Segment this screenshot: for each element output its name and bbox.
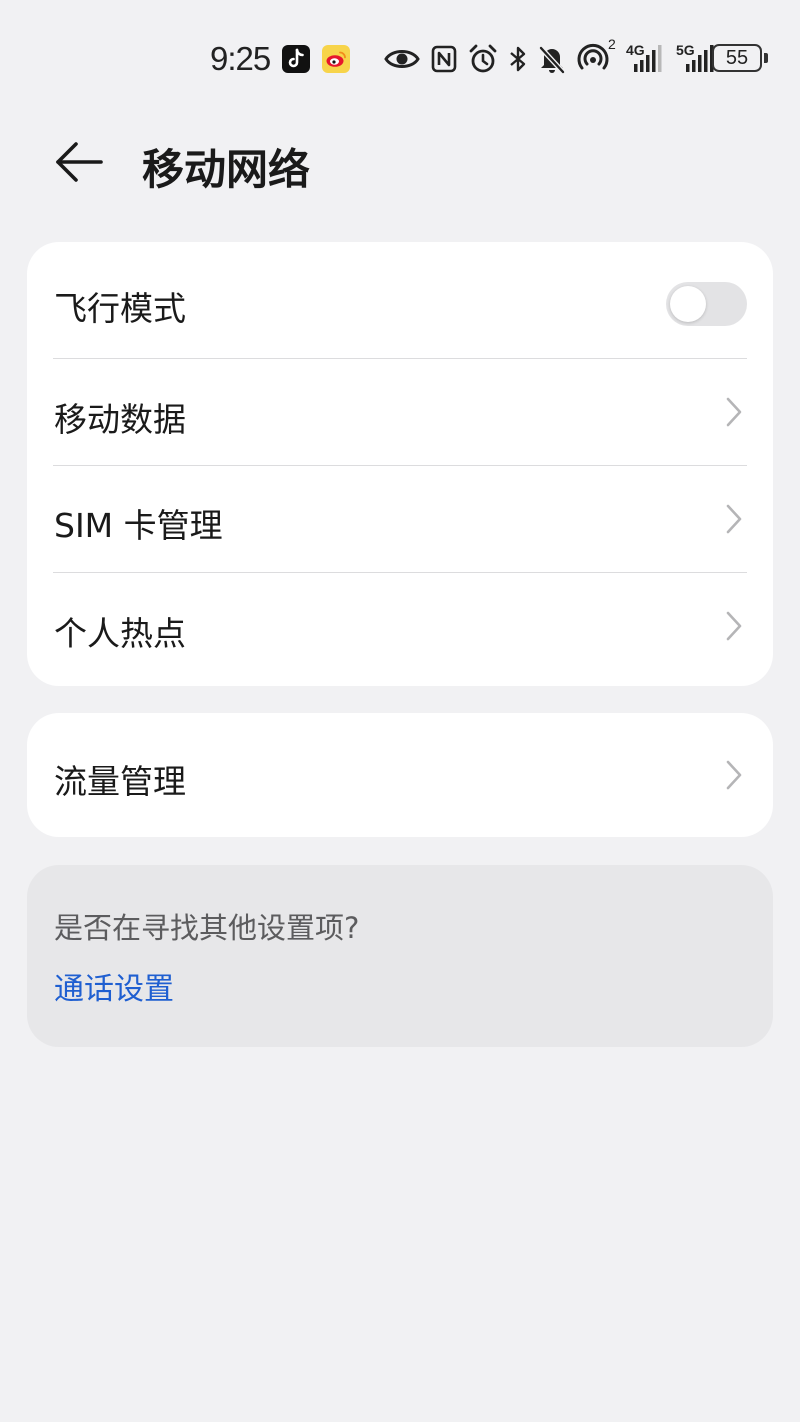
back-arrow-icon [56, 142, 103, 182]
signal-4g-icon: 4G [626, 42, 666, 76]
airplane-mode-label: 飞行模式 [54, 289, 186, 328]
status-bar: 9:25 2 4G 5G 55 [0, 0, 800, 120]
airplane-mode-toggle[interactable] [666, 282, 747, 326]
chevron-right-icon [726, 760, 742, 790]
call-settings-link[interactable]: 通话设置 [54, 964, 174, 1008]
toggle-knob [670, 286, 706, 322]
mobile-data-label: 移动数据 [54, 400, 186, 439]
suggestion-question: 是否在寻找其他设置项? [54, 911, 360, 945]
hotspot-count: 2 [608, 36, 616, 52]
data-usage-card: 流量管理 [27, 713, 773, 837]
bluetooth-icon [508, 42, 528, 76]
page-title: 移动网络 [142, 145, 311, 194]
data-usage-row[interactable]: 流量管理 [27, 713, 773, 837]
back-button[interactable] [50, 140, 110, 184]
weibo-icon [322, 45, 350, 73]
data-usage-label: 流量管理 [54, 762, 186, 801]
status-icons: 2 4G 5G [282, 36, 732, 76]
eye-icon [384, 42, 420, 76]
sim-management-label: SIM 卡管理 [54, 506, 223, 545]
suggestion-card: 是否在寻找其他设置项? 通话设置 [27, 865, 773, 1047]
chevron-right-icon [726, 397, 742, 427]
battery-tip [764, 53, 768, 63]
chevron-right-icon [726, 504, 742, 534]
sim-management-row[interactable]: SIM 卡管理 [27, 466, 773, 572]
airplane-mode-row[interactable]: 飞行模式 [27, 242, 773, 358]
page-header: 移动网络 [0, 120, 800, 210]
status-time: 9:25 [210, 40, 271, 77]
battery-icon: 55 [712, 44, 768, 74]
nfc-icon [430, 42, 458, 76]
bell-off-icon [538, 42, 566, 76]
personal-hotspot-label: 个人热点 [54, 614, 186, 653]
mobile-data-row[interactable]: 移动数据 [27, 359, 773, 465]
hotspot-icon: 2 [576, 36, 616, 76]
tiktok-icon [282, 45, 310, 73]
personal-hotspot-row[interactable]: 个人热点 [27, 573, 773, 686]
alarm-icon [468, 42, 498, 76]
network-settings-card: 飞行模式 移动数据 SIM 卡管理 个人热点 [27, 242, 773, 686]
chevron-right-icon [726, 611, 742, 641]
battery-level: 55 [712, 44, 762, 72]
